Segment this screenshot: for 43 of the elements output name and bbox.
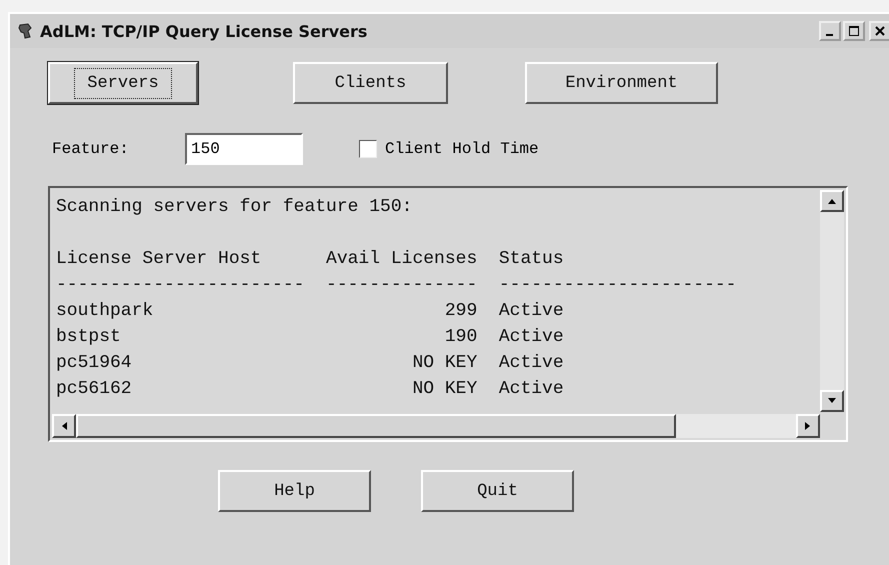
scroll-left-icon[interactable] <box>52 414 76 438</box>
scroll-thumb[interactable] <box>76 414 676 438</box>
column-header: License Server Host <box>56 248 262 271</box>
host-cell-text: southpark <box>56 300 154 323</box>
status-cell-text: Active <box>498 378 565 401</box>
maximize-icon[interactable] <box>848 25 860 37</box>
column-header: Status <box>498 248 565 271</box>
scroll-down-icon[interactable] <box>820 390 844 412</box>
column-header: Avail Licenses <box>326 248 478 271</box>
scroll-thumb[interactable] <box>820 212 844 390</box>
window-title: AdLM: TCP/IP Query License Servers <box>40 22 368 40</box>
checkbox-icon[interactable] <box>359 140 377 158</box>
licenses-cell-text: 299 <box>444 300 478 323</box>
feature-label: Feature: <box>51 140 130 158</box>
client-hold-time-checkbox[interactable]: Client Hold Time <box>359 140 539 158</box>
host-cell-text: pc56162 <box>56 378 133 401</box>
dialog-button[interactable]: Help <box>218 470 371 512</box>
maximize-button[interactable] <box>843 21 865 41</box>
scan-message: Scanning servers for feature 150: <box>56 196 412 219</box>
separator-dashes: ---------------------- <box>498 274 736 297</box>
app-icon <box>16 22 34 40</box>
licenses-cell-text: NO KEY <box>411 352 478 375</box>
host-cell-text: bstpst <box>56 326 122 349</box>
horizontal-scrollbar[interactable] <box>52 414 820 438</box>
status-cell-text: Active <box>498 326 565 349</box>
licenses-cell-text: NO KEY <box>411 378 478 401</box>
scroll-up-icon[interactable] <box>820 190 844 212</box>
tab-button[interactable]: Servers <box>48 62 198 104</box>
licenses-cell-text: 190 <box>444 326 478 349</box>
minimize-button[interactable] <box>819 21 841 41</box>
vertical-scrollbar[interactable] <box>820 190 844 412</box>
dialog-button[interactable]: Quit <box>421 470 574 512</box>
status-cell-text: Active <box>498 352 565 375</box>
tab-button[interactable]: Clients <box>293 62 448 104</box>
close-icon[interactable] <box>874 25 886 37</box>
separator-dashes: -------------- <box>326 274 478 297</box>
tab-button[interactable]: Environment <box>525 62 718 104</box>
host-cell-text: pc51964 <box>56 352 133 375</box>
scroll-right-icon[interactable] <box>796 414 820 438</box>
feature-field[interactable]: 150 <box>185 133 303 165</box>
close-button[interactable] <box>869 21 889 41</box>
status-cell-text: Active <box>498 300 565 323</box>
separator-dashes: ----------------------- <box>56 274 304 297</box>
